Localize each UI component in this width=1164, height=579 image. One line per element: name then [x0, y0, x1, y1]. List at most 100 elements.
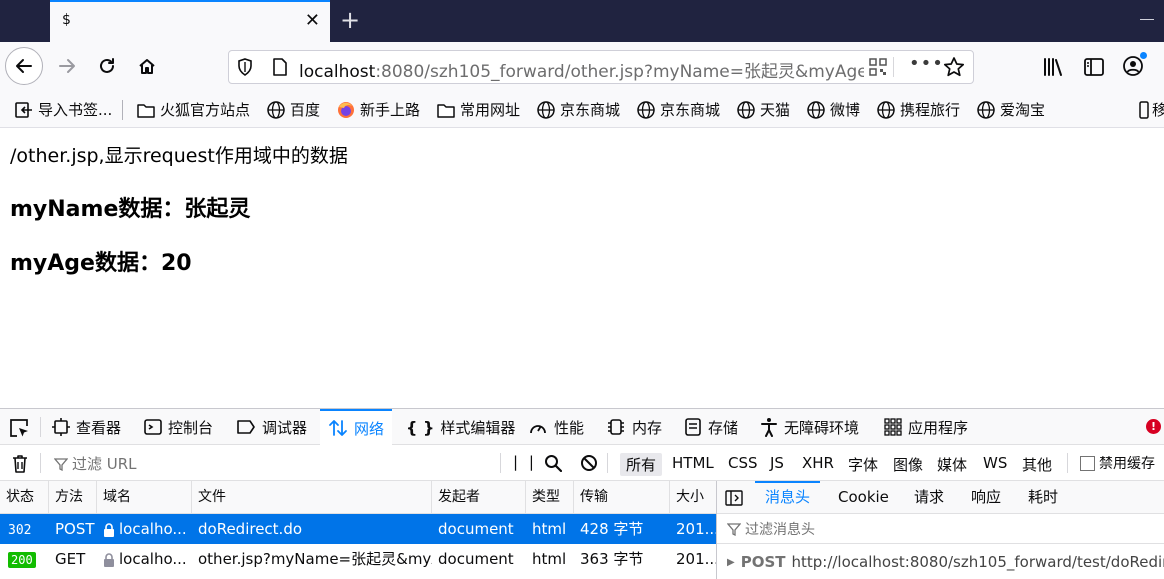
navigation-bar: localhost:8080/szh105_forward/other.jsp?… — [0, 42, 1164, 92]
search-icon[interactable] — [544, 454, 562, 472]
back-button[interactable] — [5, 47, 43, 85]
bookmark-import[interactable]: 导入书签... — [14, 99, 112, 120]
filter-type-html[interactable]: HTML — [666, 453, 720, 473]
bookmark-aitaobao[interactable]: 爱淘宝 — [976, 99, 1045, 120]
bookmark-label: 京东商城 — [660, 101, 721, 119]
error-indicator[interactable]: ! — [1146, 419, 1161, 434]
tab-performance[interactable]: 性能 — [528, 409, 584, 445]
shield-icon[interactable] — [235, 57, 255, 77]
bookmark-weibo[interactable]: 微博 — [806, 99, 860, 120]
filter-type-ws[interactable]: WS — [977, 453, 1013, 473]
tab-console[interactable]: 控制台 — [144, 409, 213, 445]
home-icon — [139, 59, 155, 74]
my-age-heading: myAge数据：20 — [10, 251, 192, 276]
column-domain[interactable]: 域名 — [97, 481, 192, 514]
bookmarks-bar: 导入书签... 火狐官方站点 百度 新手上路 常用网址 京东商城 京东商城 天猫… — [0, 92, 1164, 128]
bookmark-folder-firefox[interactable]: 火狐官方站点 — [136, 99, 250, 120]
tab-debugger[interactable]: 调试器 — [236, 409, 307, 445]
sidebar-icon[interactable] — [1083, 56, 1105, 78]
page-actions-button[interactable]: ••• — [909, 53, 944, 74]
network-filter-bar: 过滤 URL | | 所有 HTML CSS JS XHR 字体 图像 媒体 W… — [0, 445, 1164, 481]
table-row[interactable]: 200 GET localho... other.jsp?myName=张起灵&… — [0, 544, 716, 574]
domain-text: localho... — [119, 550, 187, 568]
tab-close-button[interactable]: ✕ — [305, 10, 320, 32]
forward-button[interactable] — [48, 47, 86, 85]
column-file[interactable]: 文件 — [192, 481, 432, 514]
bookmark-folder-common[interactable]: 常用网址 — [436, 99, 520, 120]
tab-application[interactable]: 应用程序 — [884, 409, 968, 445]
table-row[interactable]: 302 POST localho... doRedirect.do docume… — [0, 514, 716, 544]
request-summary[interactable]: ▶ POST http://localhost:8080/szh105_forw… — [727, 553, 1164, 571]
filter-type-font[interactable]: 字体 — [842, 453, 884, 476]
reload-button[interactable] — [88, 47, 126, 85]
filter-type-xhr[interactable]: XHR — [796, 453, 840, 473]
bookmark-getting-started[interactable]: 新手上路 — [336, 99, 420, 120]
column-status[interactable]: 状态 — [0, 481, 49, 514]
filter-url-input[interactable]: 过滤 URL — [54, 453, 137, 474]
block-icon[interactable] — [580, 454, 598, 472]
library-icon[interactable] — [1042, 56, 1064, 78]
column-method[interactable]: 方法 — [49, 481, 97, 514]
tab-label: 内存 — [632, 418, 663, 437]
qr-code-icon[interactable] — [869, 58, 887, 76]
element-picker-icon[interactable] — [8, 417, 30, 439]
filter-type-image[interactable]: 图像 — [887, 453, 929, 476]
bookmark-mobile[interactable]: 移 — [1138, 99, 1164, 120]
checkbox-box[interactable] — [1080, 455, 1095, 471]
tab-cookie[interactable]: Cookie — [838, 481, 889, 514]
filter-type-other[interactable]: 其他 — [1016, 453, 1058, 476]
tab-timings[interactable]: 耗时 — [1028, 481, 1058, 514]
details-tabs: 消息头 Cookie 请求 响应 耗时 — [717, 481, 1164, 514]
expand-triangle-icon[interactable]: ▶ — [727, 557, 735, 568]
request-size: 201... — [676, 550, 716, 568]
tab-label: 存储 — [708, 418, 739, 437]
tab-headers[interactable]: 消息头 — [754, 481, 821, 514]
url-host: localhost — [299, 62, 376, 82]
column-transfer[interactable]: 传输 — [574, 481, 670, 514]
request-initiator: document — [438, 550, 514, 568]
browser-tab[interactable]: $ ✕ — [50, 0, 330, 42]
debugger-icon — [237, 420, 255, 434]
disable-cache-checkbox[interactable]: 禁用缓存 — [1080, 453, 1155, 473]
trash-icon[interactable] — [11, 454, 29, 474]
request-url: http://localhost:8080/szh105_forward/tes… — [791, 553, 1164, 571]
bookmark-jd-2[interactable]: 京东商城 — [636, 99, 720, 120]
pause-button[interactable]: | | — [513, 453, 537, 471]
home-button[interactable] — [128, 47, 166, 85]
tab-style-editor[interactable]: { } 样式编辑器 — [406, 409, 515, 445]
request-method: GET — [55, 550, 86, 568]
console-icon — [144, 419, 162, 435]
filter-type-all[interactable]: 所有 — [620, 453, 663, 476]
tab-inspector[interactable]: 查看器 — [52, 409, 121, 445]
request-method: POST — [55, 520, 95, 538]
page-icon[interactable] — [271, 57, 289, 77]
bookmark-tmall[interactable]: 天猫 — [736, 99, 790, 120]
tab-request[interactable]: 请求 — [914, 481, 944, 514]
tab-network[interactable]: 网络 — [320, 409, 393, 445]
bookmark-label: 微博 — [830, 101, 861, 119]
window-minimize-button[interactable] — [1134, 6, 1164, 34]
column-initiator[interactable]: 发起者 — [432, 481, 526, 514]
tab-memory[interactable]: 内存 — [606, 409, 662, 445]
new-tab-button[interactable]: + — [340, 6, 360, 34]
filter-type-media[interactable]: 媒体 — [931, 453, 973, 476]
bookmark-baidu[interactable]: 百度 — [266, 99, 320, 120]
column-size[interactable]: 大小 — [670, 481, 716, 514]
lock-icon — [104, 552, 114, 567]
filter-type-js[interactable]: JS — [764, 453, 790, 473]
domain-text: localho... — [119, 520, 187, 538]
filter-headers-input[interactable]: 过滤消息头 — [717, 514, 1164, 544]
tab-response[interactable]: 响应 — [971, 481, 1001, 514]
url-path: :8080/szh105_forward/other.jsp?myName=张起… — [375, 62, 864, 82]
globe-icon — [737, 100, 755, 119]
toggle-panel-icon[interactable] — [725, 489, 743, 507]
bookmark-jd-1[interactable]: 京东商城 — [536, 99, 620, 120]
tab-accessibility[interactable]: 无障碍环境 — [760, 409, 859, 445]
bookmark-ctrip[interactable]: 携程旅行 — [876, 99, 960, 120]
filter-type-css[interactable]: CSS — [722, 453, 764, 473]
url-bar[interactable]: localhost:8080/szh105_forward/other.jsp?… — [228, 50, 974, 84]
column-type[interactable]: 类型 — [526, 481, 574, 514]
tab-storage[interactable]: 存储 — [684, 409, 738, 445]
status-code: 200 — [8, 551, 36, 568]
star-icon[interactable] — [943, 56, 965, 78]
